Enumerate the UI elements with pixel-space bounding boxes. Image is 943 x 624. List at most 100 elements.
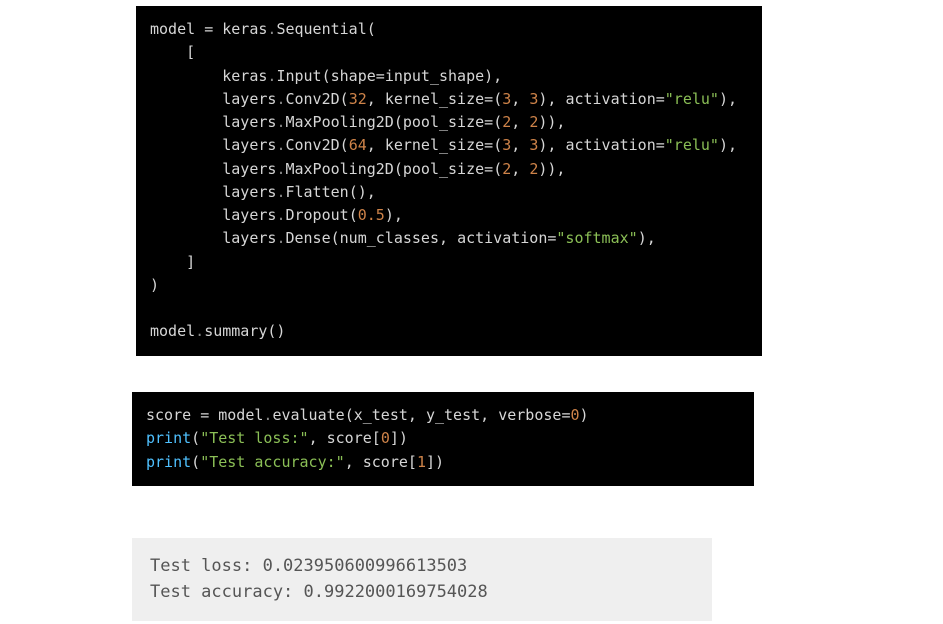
- code-token: ,: [480, 406, 498, 424]
- code-token: summary: [204, 322, 267, 340]
- code-token: layers: [150, 113, 276, 131]
- code-token: [: [408, 453, 417, 471]
- code-token: (: [394, 160, 403, 178]
- code-line: print("Test accuracy:", score[1]): [146, 453, 444, 471]
- code-token: evaluate: [272, 406, 344, 424]
- code-token: ),: [538, 90, 565, 108]
- code-token: kernel_size: [385, 136, 484, 154]
- code-line: layers.MaxPooling2D(pool_size=(2, 2)),: [150, 113, 565, 131]
- code-line: keras.Input(shape=input_shape),: [150, 67, 502, 85]
- code-token: =: [200, 406, 209, 424]
- code-line: layers.Conv2D(32, kernel_size=(3, 3), ac…: [150, 90, 737, 108]
- code-token: (: [322, 67, 331, 85]
- code-line: model = keras.Sequential(: [150, 20, 376, 38]
- code-token: ,: [511, 90, 529, 108]
- code-token: (: [340, 90, 349, 108]
- code-token: x_test: [354, 406, 408, 424]
- code-token: layers: [150, 183, 276, 201]
- code-token: (): [267, 322, 285, 340]
- code-token: ]: [150, 253, 195, 271]
- code-token: 2: [502, 160, 511, 178]
- code-token: ,: [408, 406, 426, 424]
- code-token: Input: [276, 67, 321, 85]
- output-line: Test loss: 0.023950600996613503: [150, 556, 467, 576]
- code-token: ]): [390, 429, 408, 447]
- code-token: "softmax": [556, 229, 637, 247]
- code-token: ),: [538, 136, 565, 154]
- output-line: Test accuracy: 0.9922000169754028: [150, 582, 488, 602]
- code-token: (: [493, 136, 502, 154]
- code-token: ,: [309, 429, 327, 447]
- code-token: print: [146, 453, 191, 471]
- code-token: 2: [502, 113, 511, 131]
- code-line: [: [150, 43, 195, 61]
- code-token: (: [340, 136, 349, 154]
- code-token: score: [146, 406, 200, 424]
- code-token: =: [484, 136, 493, 154]
- code-block-evaluate[interactable]: score = model.evaluate(x_test, y_test, v…: [132, 392, 754, 486]
- code-token: y_test: [426, 406, 480, 424]
- code-line: ]: [150, 253, 195, 271]
- code-token: )),: [538, 113, 565, 131]
- code-token: layers: [150, 229, 276, 247]
- code-token: (: [493, 160, 502, 178]
- code-token: kernel_size: [385, 90, 484, 108]
- code-token: ),: [484, 67, 502, 85]
- code-token: "Test accuracy:": [200, 453, 345, 471]
- code-token: input_shape: [385, 67, 484, 85]
- code-token: (: [331, 229, 340, 247]
- code-token: =: [656, 90, 665, 108]
- code-token: [: [150, 43, 195, 61]
- output-block: Test loss: 0.023950600996613503 Test acc…: [132, 538, 712, 621]
- code-token: (: [191, 429, 200, 447]
- code-token: (: [394, 113, 403, 131]
- code-token: ),: [638, 229, 656, 247]
- code-line: layers.Flatten(),: [150, 183, 376, 201]
- code-token: (: [345, 406, 354, 424]
- code-token: 3: [502, 136, 511, 154]
- code-token: 2: [529, 113, 538, 131]
- code-token: =: [484, 160, 493, 178]
- code-token: (: [493, 90, 502, 108]
- code-line: ): [150, 276, 159, 294]
- code-token: layers: [150, 206, 276, 224]
- code-token: pool_size: [403, 160, 484, 178]
- code-token: [: [372, 429, 381, 447]
- code-token: (: [367, 20, 376, 38]
- code-token: "Test loss:": [200, 429, 308, 447]
- code-token: num_classes: [340, 229, 439, 247]
- code-token: model: [150, 20, 204, 38]
- code-token: =: [656, 136, 665, 154]
- code-line: model.summary(): [150, 322, 285, 340]
- code-token: MaxPooling2D: [285, 160, 393, 178]
- code-token: ,: [345, 453, 363, 471]
- code-token: 2: [529, 160, 538, 178]
- code-token: ,: [511, 136, 529, 154]
- code-token: (: [349, 206, 358, 224]
- code-token: 64: [349, 136, 367, 154]
- code-token: activation: [565, 90, 655, 108]
- code-token: MaxPooling2D: [285, 113, 393, 131]
- code-token: keras: [150, 67, 267, 85]
- code-token: Dropout: [285, 206, 348, 224]
- code-line: layers.Conv2D(64, kernel_size=(3, 3), ac…: [150, 136, 737, 154]
- code-token: model: [209, 406, 263, 424]
- code-token: ,: [511, 160, 529, 178]
- code-token: 0: [381, 429, 390, 447]
- code-token: layers: [150, 136, 276, 154]
- code-token: keras: [213, 20, 267, 38]
- code-token: ,: [367, 136, 385, 154]
- code-token: ),: [719, 136, 737, 154]
- code-line: print("Test loss:", score[0]): [146, 429, 408, 447]
- code-token: Conv2D: [285, 136, 339, 154]
- code-token: "relu": [665, 90, 719, 108]
- code-token: 3: [529, 136, 538, 154]
- code-line: layers.Dropout(0.5),: [150, 206, 403, 224]
- code-token: Dense: [285, 229, 330, 247]
- code-token: =: [484, 113, 493, 131]
- code-token: =: [484, 90, 493, 108]
- code-token: 3: [502, 90, 511, 108]
- code-token: ,: [511, 113, 529, 131]
- code-block-model-definition[interactable]: model = keras.Sequential( [ keras.Input(…: [136, 6, 762, 356]
- code-token: )),: [538, 160, 565, 178]
